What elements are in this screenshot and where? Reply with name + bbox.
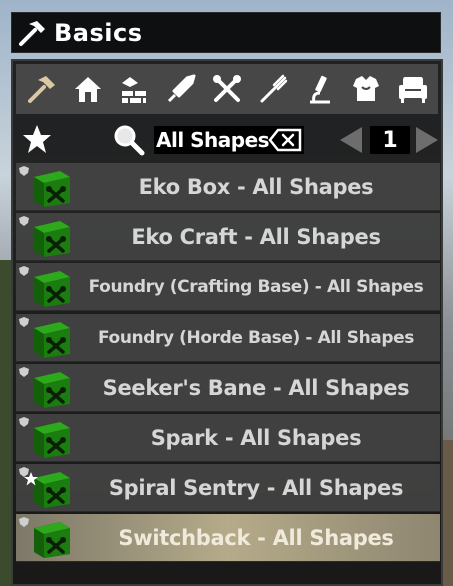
building-icon (122, 77, 147, 103)
search-input[interactable]: All Shapes (154, 126, 304, 154)
recipe-list: Eko Box - All Shapes Eko Craft - All Sha… (16, 163, 440, 565)
recipe-row[interactable]: Spiral Sentry - All Shapes (16, 464, 440, 513)
recipe-label: Spiral Sentry - All Shapes (108, 476, 404, 501)
recipe-label: Seeker's Bane - All Shapes (102, 375, 410, 400)
favorite-star-icon (24, 472, 38, 486)
previous-page-button[interactable] (336, 125, 366, 159)
recipe-label: Switchback - All Shapes (118, 526, 394, 551)
category-home-button[interactable] (68, 67, 108, 111)
recipe-row[interactable]: Eko Craft - All Shapes (16, 213, 440, 262)
category-weapon-button[interactable] (161, 67, 201, 111)
backspace-icon (268, 128, 302, 152)
window-title: Basics (54, 18, 143, 47)
recipe-row[interactable]: Eko Box - All Shapes (16, 163, 440, 211)
recipe-label: Eko Box - All Shapes (138, 175, 374, 199)
clear-search-button[interactable] (268, 128, 302, 156)
recipe-block-icon (34, 522, 70, 559)
recipe-label: Eko Craft - All Shapes (131, 225, 381, 250)
crafting-panel: All Shapes 1 Eko Box - All Shapes Eko Cr… (11, 59, 443, 586)
recipe-label: Foundry (Horde Base) - All Shapes (98, 327, 414, 348)
window-title-bar: Basics (11, 12, 441, 53)
recipe-label: Spark - All Shapes (150, 425, 362, 450)
recipe-row[interactable]: Seeker's Bane - All Shapes (16, 363, 440, 412)
search-row: All Shapes 1 (16, 118, 438, 160)
shield-icon (19, 416, 29, 427)
next-page-button[interactable] (412, 125, 442, 159)
category-hammer-button[interactable] (21, 67, 61, 111)
armchair-icon (398, 77, 427, 103)
star-icon (23, 125, 51, 153)
category-furniture-button[interactable] (393, 67, 433, 111)
chevron-right-icon (416, 127, 438, 153)
search-input-value: All Shapes (156, 128, 270, 152)
category-toolbar (16, 64, 438, 114)
fork-icon (260, 74, 288, 103)
shield-icon (19, 266, 29, 277)
shield-icon (19, 216, 29, 227)
search-icon (112, 123, 146, 161)
recipe-row[interactable]: Switchback - All Shapes (16, 514, 440, 563)
hammer-icon (12, 12, 52, 53)
page-number[interactable]: 1 (370, 126, 410, 154)
shield-icon (19, 517, 29, 528)
recipe-block-icon (34, 271, 70, 308)
recipe-block-icon (34, 321, 70, 358)
microscope-icon (309, 75, 330, 104)
shield-icon (19, 166, 29, 176)
weapon-icon (167, 74, 196, 103)
favorites-filter-button[interactable] (22, 124, 52, 158)
recipe-label: Foundry (Crafting Base) - All Shapes (88, 277, 424, 298)
hammer-icon (28, 76, 56, 103)
category-food-button[interactable] (253, 67, 293, 111)
home-icon (74, 77, 101, 102)
recipe-row[interactable]: Foundry (Horde Base) - All Shapes (16, 313, 440, 362)
recipe-block-icon (34, 221, 70, 258)
recipe-row[interactable]: Foundry (Crafting Base) - All Shapes (16, 263, 440, 312)
category-building-button[interactable] (114, 67, 154, 111)
category-armor-button[interactable] (346, 67, 386, 111)
recipe-block-icon (34, 171, 70, 207)
tools-icon (212, 75, 241, 102)
shield-icon (19, 366, 29, 377)
recipe-block-icon (34, 371, 70, 408)
armor-icon (353, 76, 380, 101)
chevron-left-icon (340, 127, 362, 153)
recipe-row[interactable]: Spark - All Shapes (16, 413, 440, 462)
category-tools-button[interactable] (207, 67, 247, 111)
shield-icon (19, 316, 29, 327)
category-science-button[interactable] (300, 67, 340, 111)
recipe-block-icon (34, 421, 70, 458)
